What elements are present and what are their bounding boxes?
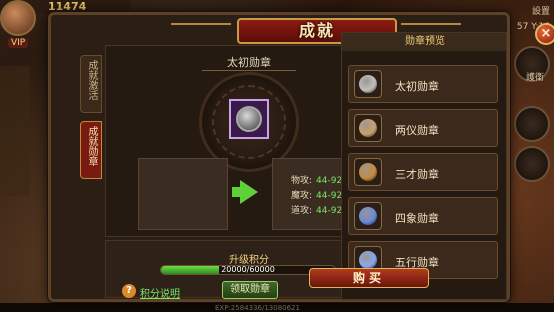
guard-label: 護衛 <box>525 73 544 83</box>
dialog-title-text: 成就 <box>298 21 335 40</box>
medal-coin-icon <box>359 251 377 269</box>
settings-label[interactable]: 設置 <box>532 4 550 17</box>
help-icon[interactable]: ? <box>122 284 136 298</box>
medal-label: 两仪勋章 <box>395 124 439 137</box>
stat-label: 物攻: <box>291 176 313 186</box>
list-item[interactable]: 四象勋章 <box>348 197 498 235</box>
exp-text: EXP:2584336/13080621 <box>215 304 300 312</box>
medal-coin-icon <box>236 106 262 132</box>
list-item[interactable]: 三才勋章 <box>348 153 498 191</box>
stat-label: 道攻: <box>291 206 313 216</box>
vip-badge[interactable]: VIP <box>8 38 29 48</box>
medal-slot-current <box>138 158 228 230</box>
close-button[interactable]: × <box>535 23 554 45</box>
medal-label: 三才勋章 <box>395 168 439 181</box>
title-ornament <box>171 23 231 35</box>
claim-medal-button[interactable]: 领取勋章 <box>222 281 278 299</box>
medal-icon <box>354 114 382 142</box>
divider <box>202 70 296 71</box>
tab-medals-label: 成就勋章 <box>86 126 97 166</box>
medal-label: 太初勋章 <box>395 80 439 93</box>
preview-header: 勋章预览 <box>342 33 506 51</box>
tab-activation-label: 成就激活 <box>86 60 97 100</box>
exp-bar: EXP:2584336/13080621 <box>0 303 554 312</box>
stat-value: 44-92 <box>316 176 343 186</box>
medal-coin-icon <box>359 163 377 181</box>
list-item[interactable]: 太初勋章 <box>348 65 498 103</box>
list-item[interactable]: 两仪勋章 <box>348 109 498 147</box>
medal-icon <box>354 158 382 186</box>
avatar[interactable] <box>0 0 36 36</box>
skill-button[interactable] <box>514 146 550 182</box>
score-help-link[interactable]: 积分说明 <box>140 285 180 300</box>
tab-activation[interactable]: 成就激活 <box>80 55 102 113</box>
medal-icon <box>354 202 382 230</box>
stat-physical: 物攻: 44-92 <box>291 173 342 186</box>
medal-coin-icon <box>359 75 377 93</box>
stat-value: 44-92 <box>316 191 343 201</box>
stat-label: 魔攻: <box>291 191 313 201</box>
medal-icon <box>354 70 382 98</box>
stat-magic: 魔攻: 44-92 <box>291 188 342 201</box>
medal-preview-list: 勋章预览 太初勋章 两仪勋章 三才勋章 四象勋章 五行勋章 <box>341 32 507 300</box>
achievement-dialog: 成就 × 成就激活 成就勋章 太初勋章 物攻: 44-92 魔攻: 44-92 道攻… <box>48 12 554 302</box>
tab-medals[interactable]: 成就勋章 <box>80 121 102 179</box>
medal-coin-icon <box>359 207 377 225</box>
left-side-panel <box>0 66 30 196</box>
current-medal-icon[interactable] <box>229 99 269 139</box>
skill-button[interactable] <box>514 106 550 142</box>
right-hud: 設置 57 Y:18 護衛 <box>506 0 554 312</box>
arrow-right-icon <box>240 180 258 204</box>
stat-value: 44-92 <box>316 206 343 216</box>
buy-button[interactable]: 购买 <box>309 268 429 288</box>
stat-tao: 道攻: 44-92 <box>291 203 342 216</box>
medal-coin-icon <box>359 119 377 137</box>
medal-label: 四象勋章 <box>395 212 439 225</box>
